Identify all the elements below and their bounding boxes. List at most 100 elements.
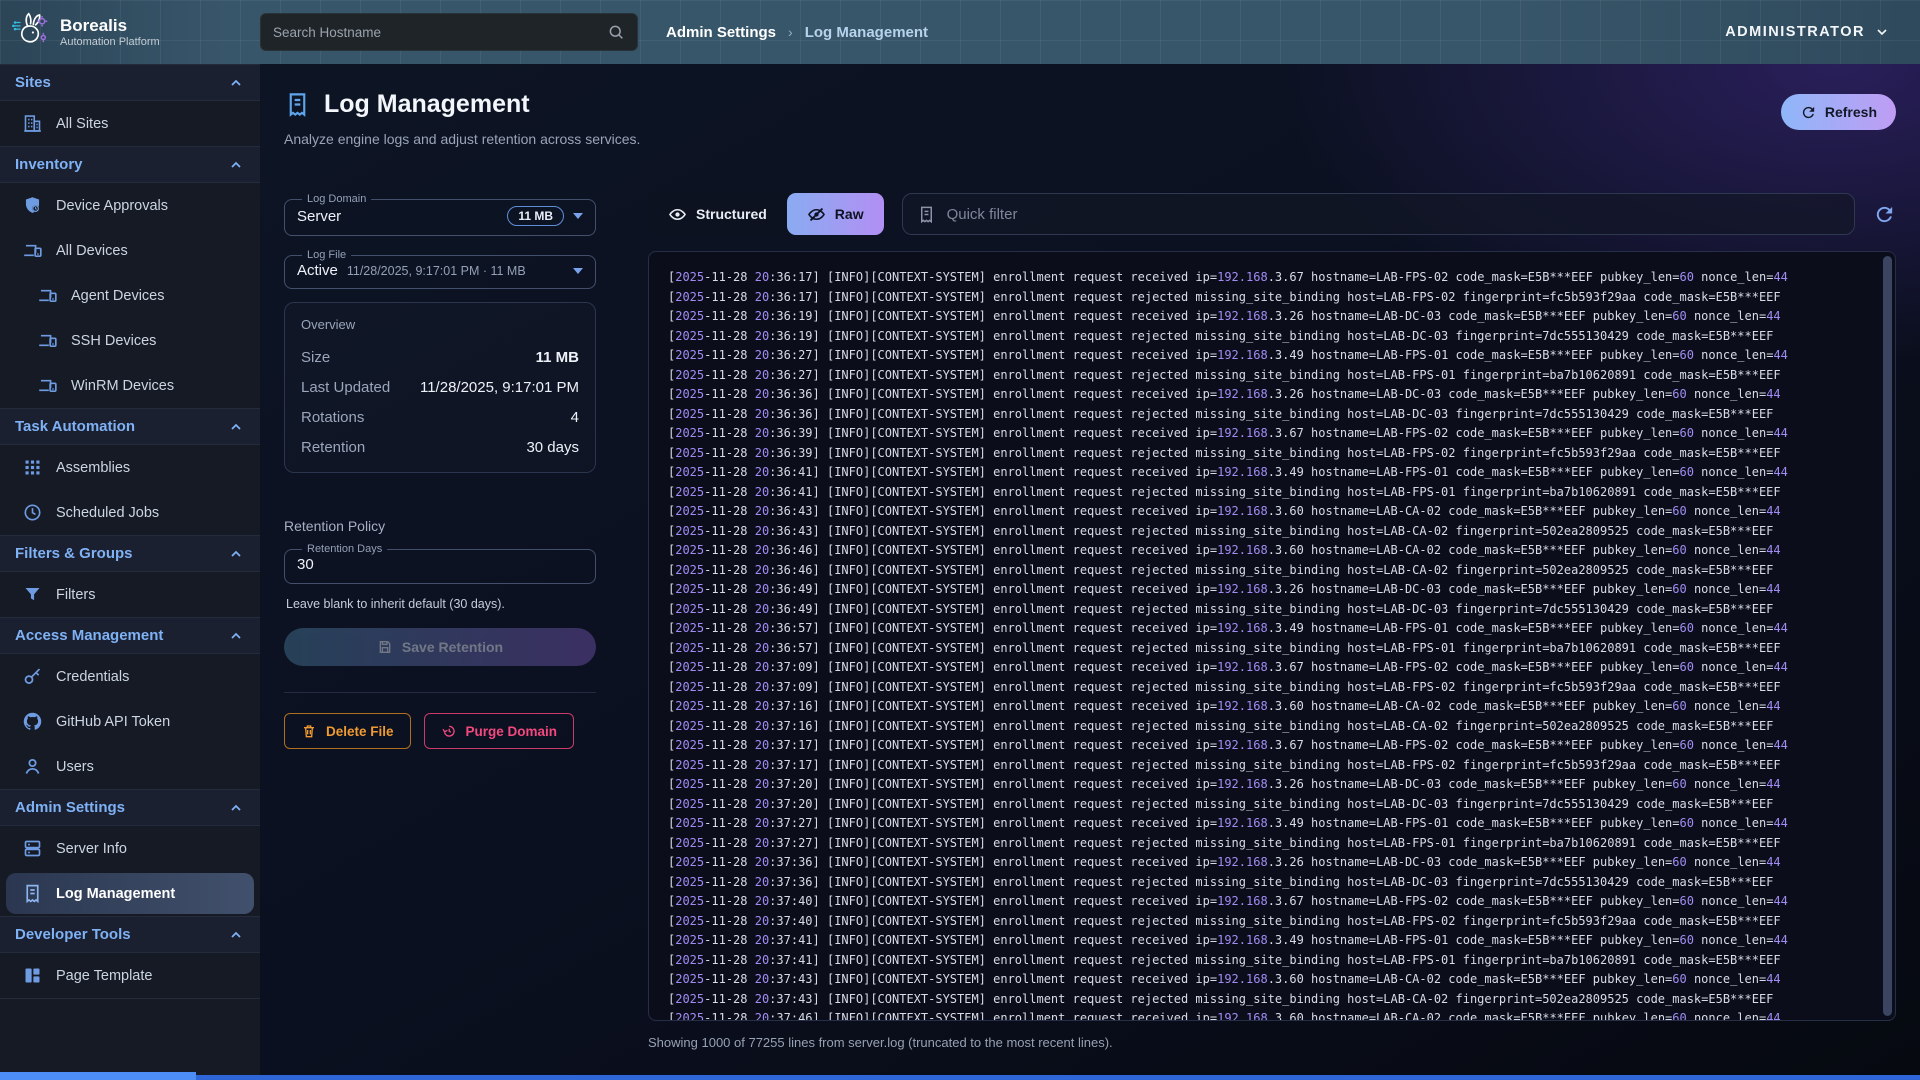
sidebar-item-device-approvals[interactable]: Device Approvals [0,183,260,228]
log-line: [2025-11-28 20:37:36] [INFO][CONTEXT-SYS… [668,873,1871,893]
save-retention-button[interactable]: Save Retention [284,628,596,666]
log-line: [2025-11-28 20:36:19] [INFO][CONTEXT-SYS… [668,307,1871,327]
sidebar-item-label: Scheduled Jobs [56,505,159,521]
divider [284,692,596,693]
retention-policy-heading: Retention Policy [284,518,596,534]
quick-filter-input[interactable] [947,206,1840,223]
sidebar-section-label: Task Automation [15,418,135,435]
log-line: [2025-11-28 20:37:41] [INFO][CONTEXT-SYS… [668,951,1871,971]
breadcrumb-separator: › [788,24,793,40]
eye-off-icon [807,205,826,224]
breadcrumb-admin-settings[interactable]: Admin Settings [666,24,776,41]
log-line: [2025-11-28 20:37:27] [INFO][CONTEXT-SYS… [668,834,1871,854]
sidebar-item-server-info[interactable]: Server Info [0,826,260,871]
sidebar-section-inventory[interactable]: Inventory [0,146,260,183]
purge-domain-button[interactable]: Purge Domain [424,713,575,749]
sidebar-item-winrm-devices[interactable]: WinRM Devices [0,363,260,408]
devices-icon [22,240,43,261]
log-line: [2025-11-28 20:36:27] [INFO][CONTEXT-SYS… [668,366,1871,386]
log-line: [2025-11-28 20:37:20] [INFO][CONTEXT-SYS… [668,795,1871,815]
log-line: [2025-11-28 20:36:17] [INFO][CONTEXT-SYS… [668,288,1871,308]
sidebar-item-assemblies[interactable]: Assemblies [0,445,260,490]
log-viewer-column: Structured Raw [2025-11-28 20:36:17] [INF… [648,193,1896,1050]
user-menu[interactable]: ADMINISTRATOR [1725,24,1890,40]
log-line: [2025-11-28 20:36:43] [INFO][CONTEXT-SYS… [668,502,1871,522]
overview-value: 11 MB [536,349,579,366]
retention-days-field[interactable]: Retention Days [284,543,596,584]
log-file-icon [917,205,936,224]
overview-label: Last Updated [301,379,390,396]
log-line: [2025-11-28 20:36:49] [INFO][CONTEXT-SYS… [668,600,1871,620]
log-domain-select[interactable]: Log Domain Server 11 MB [284,193,596,236]
reload-logs-icon[interactable] [1873,203,1896,226]
devices-icon [37,330,58,351]
delete-file-button[interactable]: Delete File [284,713,411,749]
refresh-button[interactable]: Refresh [1781,94,1896,130]
view-toggle-label: Raw [835,206,864,222]
sidebar-item-log-management[interactable]: Log Management [6,873,254,914]
main-content: Log Management Analyze engine logs and a… [260,64,1920,1080]
server-icon [22,838,43,859]
sidebar-section-filters-groups[interactable]: Filters & Groups [0,535,260,572]
sidebar-section-developer-tools[interactable]: Developer Tools [0,916,260,953]
search-input[interactable] [273,25,607,40]
retention-days-label: Retention Days [302,543,387,555]
devices-icon [37,375,58,396]
log-scrollbar[interactable] [1883,256,1892,1016]
log-line: [2025-11-28 20:36:41] [INFO][CONTEXT-SYS… [668,463,1871,483]
refresh-button-label: Refresh [1825,104,1877,120]
overview-value: 30 days [526,439,579,456]
log-line: [2025-11-28 20:37:43] [INFO][CONTEXT-SYS… [668,990,1871,1010]
overview-row-retention: Retention30 days [301,432,579,462]
clock-icon [22,502,43,523]
sidebar-section-sites[interactable]: Sites [0,64,260,101]
overview-title: Overview [301,317,579,332]
log-line: [2025-11-28 20:37:09] [INFO][CONTEXT-SYS… [668,678,1871,698]
raw-log-panel[interactable]: [2025-11-28 20:36:17] [INFO][CONTEXT-SYS… [648,251,1896,1021]
chevron-up-icon [228,419,244,435]
quick-filter[interactable] [902,193,1855,235]
log-line: [2025-11-28 20:37:43] [INFO][CONTEXT-SYS… [668,970,1871,990]
sidebar-section-task-automation[interactable]: Task Automation [0,408,260,445]
sidebar-item-all-devices[interactable]: All Devices [0,228,260,273]
log-domain-size-badge: 11 MB [507,206,564,226]
overview-label: Rotations [301,409,364,426]
sidebar-item-scheduled-jobs[interactable]: Scheduled Jobs [0,490,260,535]
page-subtitle: Analyze engine logs and adjust retention… [284,131,1781,147]
log-line: [2025-11-28 20:36:39] [INFO][CONTEXT-SYS… [668,424,1871,444]
log-line: [2025-11-28 20:36:36] [INFO][CONTEXT-SYS… [668,405,1871,425]
view-toggle-raw[interactable]: Raw [787,193,884,235]
sidebar-item-agent-devices[interactable]: Agent Devices [0,273,260,318]
log-line: [2025-11-28 20:36:57] [INFO][CONTEXT-SYS… [668,619,1871,639]
overview-card: Overview Size11 MBLast Updated11/28/2025… [284,302,596,473]
log-file-value: Active [297,262,338,279]
log-file-select[interactable]: Log File Active 11/28/2025, 9:17:01 PM ·… [284,249,596,289]
retention-days-input[interactable] [297,556,583,573]
sidebar-item-users[interactable]: Users [0,744,260,789]
sidebar-item-credentials[interactable]: Credentials [0,654,260,699]
log-line: [2025-11-28 20:36:19] [INFO][CONTEXT-SYS… [668,327,1871,347]
purge-domain-label: Purge Domain [466,724,558,739]
brand-name: Borealis [60,17,160,34]
sidebar-item-label: Filters [56,587,95,603]
sidebar-item-filters[interactable]: Filters [0,572,260,617]
view-toggle-structured[interactable]: Structured [648,193,787,235]
page-title: Log Management [324,90,530,119]
sidebar-item-github-api-token[interactable]: GitHub API Token [0,699,260,744]
sidebar-section-label: Sites [15,74,51,91]
log-line: [2025-11-28 20:36:36] [INFO][CONTEXT-SYS… [668,385,1871,405]
sidebar-item-all-sites[interactable]: All Sites [0,101,260,146]
sidebar-section-admin-settings[interactable]: Admin Settings [0,789,260,826]
sidebar-section-access-management[interactable]: Access Management [0,617,260,654]
sidebar-item-page-template[interactable]: Page Template [0,953,260,998]
log-line: [2025-11-28 20:36:43] [INFO][CONTEXT-SYS… [668,522,1871,542]
log-viewer-toolbar: Structured Raw [648,193,1896,235]
overview-row-last-updated: Last Updated11/28/2025, 9:17:01 PM [301,372,579,402]
log-line: [2025-11-28 20:37:40] [INFO][CONTEXT-SYS… [668,912,1871,932]
sidebar-item-label: Agent Devices [71,288,165,304]
hostname-search[interactable] [260,13,638,51]
sidebar-item-ssh-devices[interactable]: SSH Devices [0,318,260,363]
chevron-up-icon [228,75,244,91]
refresh-icon [1800,104,1817,121]
log-line: [2025-11-28 20:37:27] [INFO][CONTEXT-SYS… [668,814,1871,834]
